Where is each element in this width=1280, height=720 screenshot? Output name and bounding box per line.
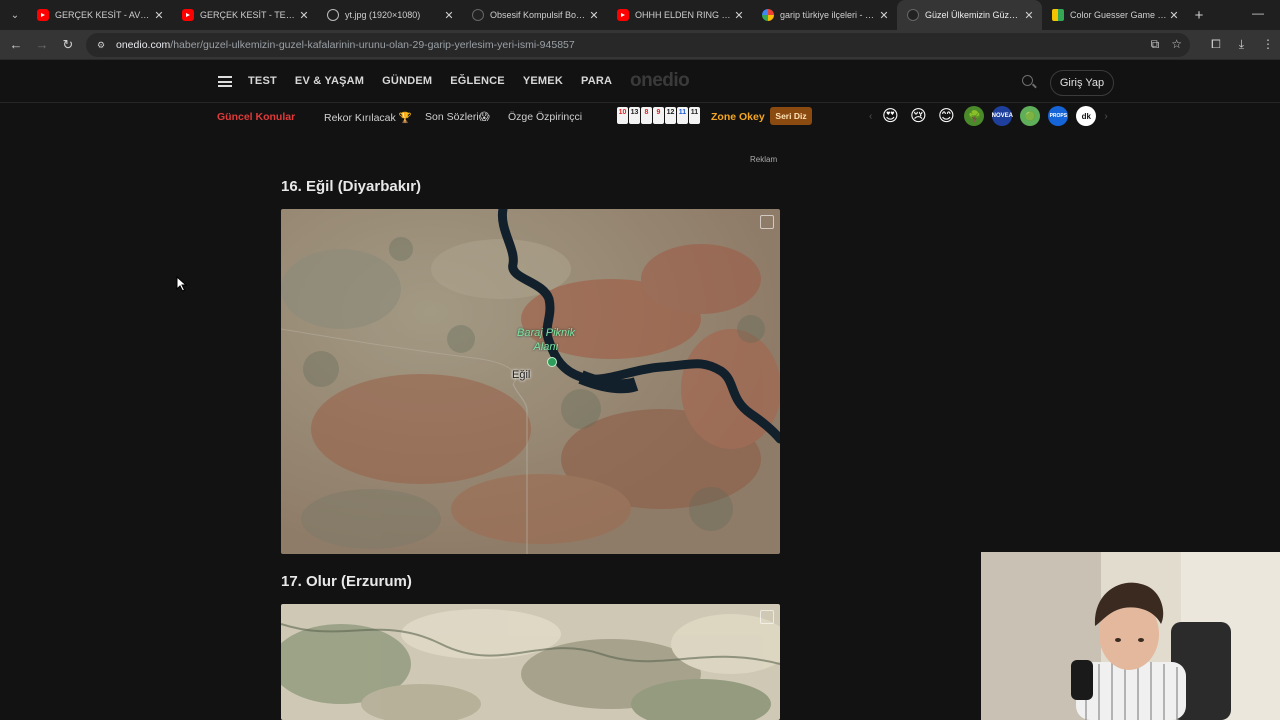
close-tab-icon[interactable]: ✕ xyxy=(732,9,746,22)
chevron-left-icon[interactable]: ‹ xyxy=(869,111,872,122)
okey-tile: 11 xyxy=(689,107,700,124)
login-button[interactable]: Giriş Yap xyxy=(1050,70,1114,96)
expand-image-icon[interactable] xyxy=(760,215,774,229)
green-badge-icon[interactable]: 🟢 xyxy=(1020,106,1041,126)
hamburger-menu-icon[interactable] xyxy=(218,76,232,87)
browser-tab-active[interactable]: Güzel Ülkemizin Güzel Ka ✕ xyxy=(897,0,1042,30)
minimize-window-icon[interactable]: — xyxy=(1252,6,1264,20)
current-topics-label[interactable]: Güncel Konular xyxy=(217,111,295,123)
back-arrow-icon[interactable]: ← xyxy=(3,37,29,52)
map-pin-icon xyxy=(547,357,557,367)
onedio-icon xyxy=(472,9,484,21)
youtube-icon xyxy=(617,9,629,21)
satellite-map-image[interactable] xyxy=(281,604,780,720)
close-tab-icon[interactable]: ✕ xyxy=(587,9,601,22)
close-tab-icon[interactable]: ✕ xyxy=(1022,9,1036,22)
smile-emoji-icon[interactable]: 😊 xyxy=(936,106,956,126)
close-tab-icon[interactable]: ✕ xyxy=(442,9,456,22)
browser-tab[interactable]: yt.jpg (1920×1080) ✕ xyxy=(317,0,462,30)
town-label: Eğil xyxy=(512,369,531,381)
browser-toolbar: ← → ↻ ⚙ onedio.com/haber/guzel-ulkemizin… xyxy=(0,30,1280,60)
nav-link-para[interactable]: PARA xyxy=(581,75,612,87)
new-tab-button[interactable]: + xyxy=(1187,7,1211,24)
browser-tab[interactable]: Obsesif Kompulsif Bozukl ✕ xyxy=(462,0,607,30)
youtube-icon xyxy=(182,9,194,21)
close-tab-icon[interactable]: ✕ xyxy=(297,9,311,22)
browser-tab[interactable]: Color Guesser Game | Gu ✕ xyxy=(1042,0,1187,30)
address-bar[interactable]: ⚙ onedio.com/haber/guzel-ulkemizin-guzel… xyxy=(86,33,1190,57)
close-tab-icon[interactable]: ✕ xyxy=(152,9,166,22)
extensions-icon[interactable]: ⧠ xyxy=(1211,37,1221,52)
webcam-overlay xyxy=(981,552,1280,720)
tab-strip: ⌄ GERÇEK KESİT - AVCI - You ✕ GERÇEK KES… xyxy=(0,0,1280,30)
props-icon[interactable]: PROPS xyxy=(1048,106,1069,126)
nav-link-ev-yasam[interactable]: EV & YAŞAM xyxy=(295,75,364,87)
okey-tile: 10 xyxy=(617,107,628,124)
close-tab-icon[interactable]: ✕ xyxy=(1167,9,1181,22)
seri-diz-button[interactable]: Seri Diz xyxy=(770,107,812,125)
okey-tile: 8 xyxy=(641,107,652,124)
download-icon[interactable]: ⤓ xyxy=(1239,37,1244,52)
tree-icon[interactable]: 🌳 xyxy=(964,106,985,126)
okey-tiles[interactable]: 10 13 8 9 12 11 11 xyxy=(617,107,700,124)
list-item-title: 17. Olur (Erzurum) xyxy=(281,573,412,590)
browser-tab[interactable]: garip türkiye ilçeleri - Goo ✕ xyxy=(752,0,897,30)
okey-tile: 11 xyxy=(677,107,688,124)
youtube-icon xyxy=(37,9,49,21)
browser-tab[interactable]: GERÇEK KESİT - AVCI - You ✕ xyxy=(27,0,172,30)
google-icon xyxy=(762,9,774,21)
globe-icon xyxy=(327,9,339,21)
site-header: TEST EV & YAŞAM GÜNDEM EĞLENCE YEMEK PAR… xyxy=(0,61,1280,103)
close-tab-icon[interactable]: ✕ xyxy=(877,9,891,22)
satellite-map-image[interactable]: Baraj Piknik Alanı Eğil xyxy=(281,209,780,554)
map-place-label: Baraj Piknik Alanı xyxy=(517,327,576,353)
reload-icon[interactable]: ↻ xyxy=(55,37,81,53)
mouse-cursor-icon xyxy=(176,276,188,292)
topic-link[interactable]: Özge Özpirinçci xyxy=(508,111,582,123)
colorguesser-icon xyxy=(1052,9,1064,21)
browser-tab[interactable]: GERÇEK KESİT - TEHLİKELİ ✕ xyxy=(172,0,317,30)
chevron-right-icon[interactable]: › xyxy=(1104,111,1107,122)
satellite-terrain xyxy=(281,209,780,554)
list-item-title: 16. Eğil (Diyarbakır) xyxy=(281,178,422,195)
install-app-icon[interactable]: ⧉ xyxy=(1151,37,1160,52)
dk-icon[interactable]: dk xyxy=(1076,106,1097,126)
nav-link-eglence[interactable]: EĞLENCE xyxy=(450,75,505,87)
search-icon[interactable] xyxy=(1022,75,1033,86)
sub-nav: Güncel Konular Rekor Kırılacak 🏆 Son Söz… xyxy=(0,104,1280,130)
browser-tab[interactable]: OHHH ELDEN RING - You ✕ xyxy=(607,0,752,30)
tab-search-chevron-icon[interactable]: ⌄ xyxy=(3,3,27,27)
ad-label: Reklam xyxy=(750,155,778,164)
topic-link[interactable]: Rekor Kırılacak 🏆 xyxy=(324,111,412,124)
url-text[interactable]: onedio.com/haber/guzel-ulkemizin-guzel-k… xyxy=(116,39,575,51)
onedio-logo[interactable]: onedio xyxy=(630,70,690,92)
nav-link-yemek[interactable]: YEMEK xyxy=(523,75,563,87)
reaction-row: ‹ 😍 😢 😊 🌳 NOVEA 🟢 PROPS dk › xyxy=(869,106,1108,126)
site-info-icon[interactable]: ⚙ xyxy=(94,38,108,52)
novea-icon[interactable]: NOVEA xyxy=(992,106,1013,126)
okey-tile: 13 xyxy=(629,107,640,124)
heart-eyes-emoji-icon[interactable]: 😍 xyxy=(880,106,900,126)
sad-emoji-icon[interactable]: 😢 xyxy=(908,106,928,126)
okey-tile: 12 xyxy=(665,107,676,124)
okey-tile: 9 xyxy=(653,107,664,124)
zone-okey-link[interactable]: Zone Okey xyxy=(711,111,765,123)
nav-link-gundem[interactable]: GÜNDEM xyxy=(382,75,432,87)
forward-arrow-icon[interactable]: → xyxy=(29,37,55,52)
menu-icon[interactable]: ⋮ xyxy=(1262,37,1274,52)
nav-link-test[interactable]: TEST xyxy=(248,75,277,87)
main-nav: TEST EV & YAŞAM GÜNDEM EĞLENCE YEMEK PAR… xyxy=(248,75,630,87)
bookmark-star-icon[interactable]: ☆ xyxy=(1171,37,1182,52)
satellite-terrain xyxy=(281,604,780,720)
expand-image-icon[interactable] xyxy=(760,610,774,624)
topic-link[interactable]: Son Sözleri😱 xyxy=(425,111,490,123)
webcam-video xyxy=(981,552,1280,720)
onedio-icon xyxy=(907,9,919,21)
